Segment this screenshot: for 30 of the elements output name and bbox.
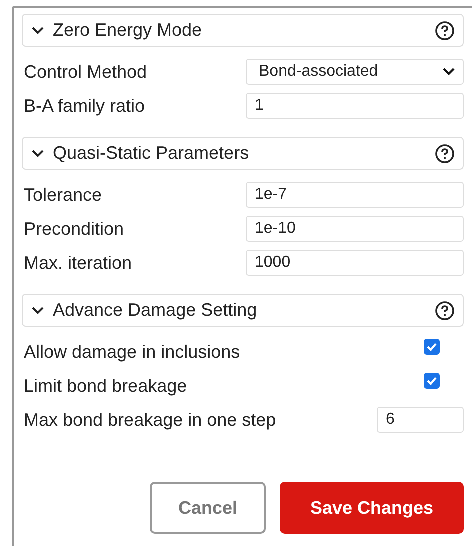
field-label: Precondition	[24, 218, 126, 240]
check-icon	[426, 341, 438, 353]
section-header[interactable]: Zero Energy Mode	[22, 14, 464, 47]
field-label: Control Method	[24, 62, 148, 82]
field-label: Tolerance	[24, 184, 104, 206]
checkbox[interactable]	[424, 339, 440, 355]
section-header[interactable]: Advance Damage Setting	[22, 294, 464, 327]
checkbox[interactable]	[424, 373, 440, 389]
input-field[interactable]: 1	[246, 93, 464, 119]
help-icon[interactable]	[435, 300, 455, 320]
help-icon[interactable]	[435, 144, 455, 164]
chevron-icon	[31, 306, 45, 316]
field-label: Max bond breakage in one step	[24, 410, 278, 430]
section-header[interactable]: Quasi-Static Parameters	[22, 137, 464, 170]
input-field[interactable]: 6	[377, 407, 464, 433]
save-button[interactable]: Save Changes	[280, 482, 464, 534]
check-icon	[426, 375, 438, 387]
help-icon[interactable]	[435, 20, 455, 40]
input-field[interactable]: 1e-10	[246, 216, 464, 242]
input-field[interactable]: 1e-7	[246, 182, 464, 208]
cancel-button[interactable]: Cancel	[150, 482, 266, 534]
field-label: Limit bond breakage	[24, 376, 188, 396]
chevron-icon	[31, 26, 45, 36]
field-label: Allow damage in inclusions	[24, 342, 242, 362]
method-dropdown[interactable]: Bond-associated	[246, 59, 464, 85]
chevron-icon	[31, 148, 45, 158]
field-label: Max. iteration	[24, 252, 134, 274]
field-label: B-A family ratio	[24, 96, 146, 116]
caret-icon	[443, 68, 455, 76]
input-field[interactable]: 1000	[246, 250, 464, 276]
